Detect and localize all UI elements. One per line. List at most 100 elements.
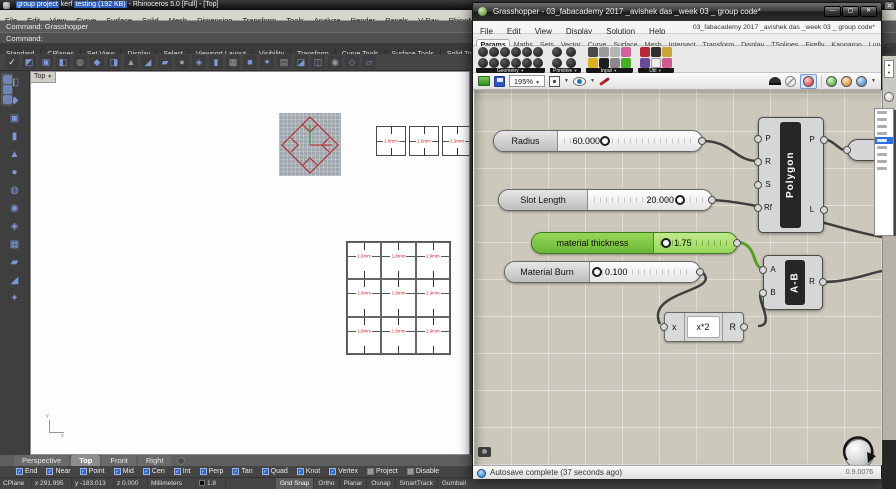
planar-toggle[interactable]: Planar <box>340 478 368 489</box>
curve-icon[interactable]: ✦ <box>260 55 274 69</box>
new-viewport-tab-icon[interactable] <box>177 457 186 465</box>
viewport-top[interactable]: Top ▼ 1.8mm 1.6mm 1.9mm 1.6mm 1.8mm 1.9m… <box>30 71 470 455</box>
offset-icon[interactable]: ▮ <box>209 55 223 69</box>
list-item[interactable] <box>875 123 893 130</box>
output-nub[interactable] <box>733 239 741 247</box>
check-icon[interactable]: ✓ <box>5 55 19 69</box>
list-item[interactable] <box>875 130 893 137</box>
expression-formula[interactable]: x*2 <box>686 316 720 338</box>
shaded-preview-icon[interactable] <box>826 75 838 87</box>
sketch-pencil-icon[interactable] <box>599 76 610 86</box>
checkbox-perp[interactable] <box>199 468 207 475</box>
gumball-toggle[interactable]: Gumball <box>438 478 470 489</box>
cone-tool-icon[interactable]: ▲ <box>7 148 23 161</box>
slider-label[interactable]: Slot Length <box>499 190 588 210</box>
checkbox-near[interactable] <box>46 468 54 475</box>
preview-off-icon[interactable] <box>785 75 797 87</box>
osnap-perp[interactable]: Perp <box>199 468 223 475</box>
slider-material-thickness[interactable]: material thickness 1.75 <box>531 232 741 254</box>
param-icon[interactable] <box>598 58 609 68</box>
smarttrack-toggle[interactable]: SmartTrack <box>396 478 438 489</box>
slider-slot-length[interactable]: Slot Length 20.000 <box>498 189 716 211</box>
ellipsoid-tool-icon[interactable]: ◍ <box>7 184 23 197</box>
slider-label[interactable]: Material Burn <box>505 262 590 282</box>
minimize-button[interactable]: — <box>824 6 841 17</box>
star-tool-icon[interactable]: ✦ <box>7 292 23 305</box>
maximize-button[interactable]: ▢ <box>842 6 859 17</box>
osnap-tan[interactable]: Tan <box>232 468 253 475</box>
polygon-output-length[interactable]: L <box>805 203 819 217</box>
checkbox-disable[interactable] <box>406 468 414 475</box>
checkbox-mid[interactable] <box>113 468 121 475</box>
tab-front[interactable]: Front <box>102 455 136 466</box>
param-icon[interactable] <box>609 58 620 68</box>
rotate-icon[interactable]: ◍ <box>73 55 87 69</box>
osnap-mid[interactable]: Mid <box>113 468 134 475</box>
zoom-extents-icon[interactable] <box>549 75 560 87</box>
output-nub[interactable] <box>820 136 828 144</box>
extend-icon[interactable]: ● <box>175 55 189 69</box>
checkbox-point[interactable] <box>79 468 87 475</box>
tab-right[interactable]: Right <box>137 455 172 466</box>
param-icon[interactable] <box>552 58 562 68</box>
sphere-tool-icon[interactable]: ● <box>7 166 23 179</box>
param-icon[interactable] <box>552 47 562 57</box>
osnap-point[interactable]: Point <box>79 468 105 475</box>
box-tool-icon[interactable]: ▣ <box>7 112 23 125</box>
checkbox-project[interactable] <box>367 468 375 475</box>
osnap-disable[interactable]: Disable <box>406 468 439 475</box>
mesh-tool-icon[interactable]: ▦ <box>7 238 23 251</box>
subtraction-output-result[interactable]: R <box>805 275 819 289</box>
list-item[interactable] <box>875 109 893 116</box>
polygon-component[interactable]: P R S Rf Polygon P L <box>754 117 828 233</box>
param-icon[interactable] <box>522 47 532 57</box>
param-icon[interactable] <box>620 47 631 57</box>
cap-icon[interactable]: ▱ <box>362 55 376 69</box>
param-icon[interactable] <box>511 58 521 68</box>
expression-component[interactable]: x x*2 R <box>660 312 749 342</box>
loft-icon[interactable]: ◫ <box>311 55 325 69</box>
slider-knob[interactable] <box>661 238 671 248</box>
mini-tool-icon[interactable] <box>2 75 12 84</box>
slider-knob[interactable] <box>600 136 610 146</box>
osnap-cen[interactable]: Cen <box>142 468 165 475</box>
scale-icon[interactable]: ◆ <box>90 55 104 69</box>
osnap-end[interactable]: End <box>16 468 37 475</box>
output-nub[interactable] <box>740 323 749 331</box>
component-nameplate[interactable]: Polygon <box>780 122 801 228</box>
grid-snap-toggle[interactable]: Grid Snap <box>276 478 315 489</box>
param-icon[interactable] <box>511 47 521 57</box>
preview-eye-icon[interactable] <box>572 76 586 86</box>
array-icon[interactable]: ▦ <box>226 55 240 69</box>
checkbox-int[interactable] <box>173 468 181 475</box>
polygon-input-segments[interactable]: S <box>761 178 775 192</box>
pipe-tool-icon[interactable]: ◈ <box>7 220 23 233</box>
surface-icon[interactable]: ▤ <box>277 55 291 69</box>
split-icon[interactable]: ▰ <box>158 55 172 69</box>
revolve-icon[interactable]: ◉ <box>328 55 342 69</box>
checkbox-end[interactable] <box>16 468 23 475</box>
param-icon[interactable] <box>598 47 609 57</box>
input-nub[interactable] <box>754 181 762 189</box>
slider-track[interactable]: 1.75 <box>654 233 737 253</box>
output-nub[interactable] <box>696 268 704 276</box>
osnap-quad[interactable]: Quad <box>261 468 288 475</box>
output-nub[interactable] <box>820 206 828 214</box>
mini-tool-icon[interactable] <box>2 95 12 104</box>
slider-knob[interactable] <box>675 195 685 205</box>
polygon-input-plane[interactable]: P <box>761 132 775 146</box>
checkbox-knot[interactable] <box>296 468 304 475</box>
list-item[interactable] <box>875 116 893 123</box>
output-nub[interactable] <box>708 196 716 204</box>
units-indicator[interactable]: Millimeters <box>148 478 196 489</box>
slider-track[interactable]: 60.000 <box>558 131 702 151</box>
tab-top[interactable]: Top <box>71 455 101 466</box>
param-icon[interactable] <box>587 58 598 68</box>
save-file-icon[interactable] <box>494 75 505 87</box>
checkbox-cen[interactable] <box>142 468 150 475</box>
param-icon[interactable] <box>522 58 532 68</box>
param-icon[interactable] <box>661 58 672 68</box>
mirror-icon[interactable]: ◨ <box>107 55 121 69</box>
slider-track[interactable]: 0.100 <box>590 262 700 282</box>
cylinder-tool-icon[interactable]: ▮ <box>7 130 23 143</box>
